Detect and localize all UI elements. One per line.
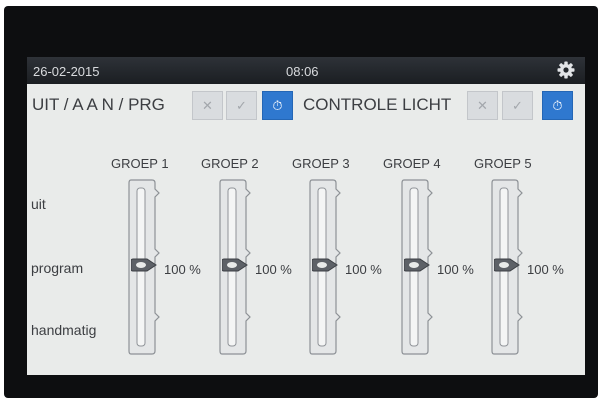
status-time: 08:06 — [286, 64, 319, 79]
group-2-value: 100 % — [255, 262, 292, 277]
controle-licht-on-button[interactable]: ✓ — [502, 91, 533, 120]
group-2-slider[interactable] — [219, 178, 251, 356]
group-header-row: GROEP 1 GROEP 2 GROEP 3 GROEP 4 GROEP 5 — [27, 156, 585, 172]
group-5-slider[interactable] — [491, 178, 523, 356]
uit-aan-prg-on-button[interactable]: ✓ — [226, 91, 257, 120]
uit-aan-prg-off-button[interactable]: ✕ — [192, 91, 223, 120]
row-label-program: program — [31, 260, 84, 276]
touch-screen: 26-02-2015 08:06 UIT / A A N / PRG ✕ ✓ ⏱… — [27, 57, 585, 375]
gear-icon[interactable] — [556, 60, 576, 80]
controle-licht-program-button[interactable]: ⏱ — [542, 91, 573, 120]
group-5-title: GROEP 5 — [474, 156, 532, 171]
group-3-value: 100 % — [345, 262, 382, 277]
controle-licht-off-button[interactable]: ✕ — [467, 91, 498, 120]
status-bar: 26-02-2015 08:06 — [27, 57, 585, 84]
timer-icon: ⏱ — [552, 97, 563, 113]
mode-bar: UIT / A A N / PRG ✕ ✓ ⏱ CONTROLE LICHT ✕… — [27, 84, 585, 124]
group-4-slider-handle[interactable] — [404, 257, 431, 273]
status-date: 26-02-2015 — [33, 64, 100, 79]
mode-label-controle-licht: CONTROLE LICHT — [303, 95, 452, 114]
group-5-value: 100 % — [527, 262, 564, 277]
group-3-slider[interactable] — [309, 178, 341, 356]
row-label-handmatig: handmatig — [31, 322, 97, 338]
timer-icon: ⏱ — [272, 97, 283, 113]
check-icon: ✓ — [236, 97, 247, 113]
group-1-slider[interactable] — [128, 178, 160, 356]
uit-aan-prg-program-button[interactable]: ⏱ — [262, 91, 293, 120]
group-2-slider-handle[interactable] — [222, 257, 249, 273]
group-4-title: GROEP 4 — [383, 156, 441, 171]
group-1-title: GROEP 1 — [111, 156, 169, 171]
group-5-slider-handle[interactable] — [494, 257, 521, 273]
group-4-value: 100 % — [437, 262, 474, 277]
check-icon: ✓ — [512, 97, 523, 113]
group-1-slider-handle[interactable] — [131, 257, 158, 273]
mode-label-uit-aan-prg: UIT / A A N / PRG — [32, 95, 165, 114]
group-1-value: 100 % — [164, 262, 201, 277]
close-icon: ✕ — [477, 97, 488, 113]
row-label-uit: uit — [31, 196, 46, 212]
group-3-slider-handle[interactable] — [312, 257, 339, 273]
group-4-slider[interactable] — [401, 178, 433, 356]
group-2-title: GROEP 2 — [201, 156, 259, 171]
group-3-title: GROEP 3 — [292, 156, 350, 171]
close-icon: ✕ — [202, 97, 213, 113]
